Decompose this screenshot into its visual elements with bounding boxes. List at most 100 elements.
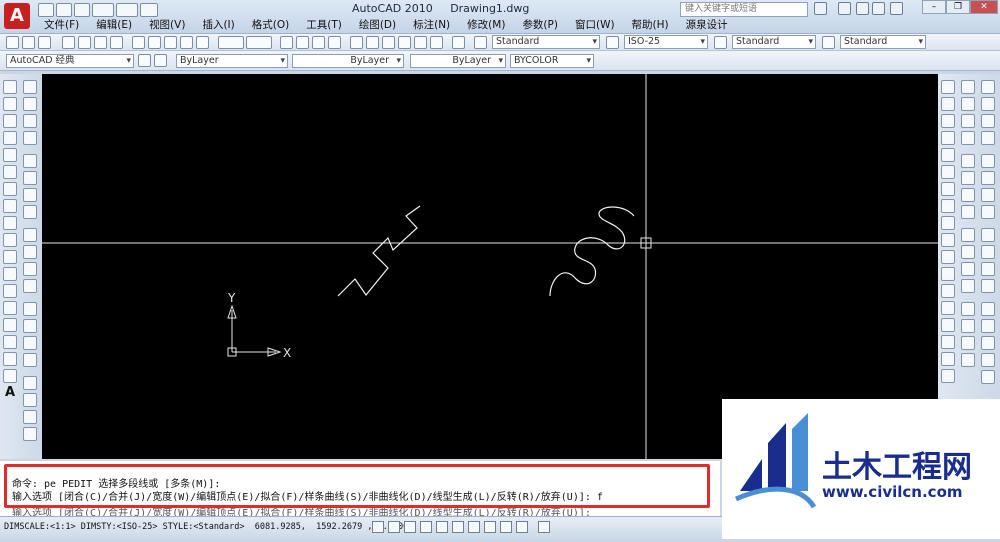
modeling-cylinder-icon[interactable] bbox=[981, 171, 995, 185]
menu-draw[interactable]: 绘图(D) bbox=[351, 18, 405, 33]
table-style-icon[interactable] bbox=[714, 36, 727, 49]
menu-dimension[interactable]: 标注(N) bbox=[405, 18, 459, 33]
3d-dwf-icon[interactable] bbox=[110, 36, 123, 49]
signal-icon[interactable] bbox=[856, 2, 869, 15]
layer-freeze-icon[interactable] bbox=[961, 131, 975, 145]
model-space-icon[interactable] bbox=[538, 521, 550, 533]
dim-angular-icon[interactable] bbox=[23, 205, 37, 219]
app-menu-button[interactable]: A bbox=[4, 3, 30, 29]
dim-style-select[interactable]: ISO-25 bbox=[624, 35, 708, 49]
help-icon[interactable] bbox=[452, 36, 465, 49]
ortho-mode-icon[interactable] bbox=[404, 521, 416, 533]
modeling-helix-icon[interactable] bbox=[981, 228, 995, 242]
print-icon[interactable] bbox=[140, 3, 158, 17]
dim-baseline-icon[interactable] bbox=[23, 245, 37, 259]
chamfer-icon[interactable] bbox=[941, 318, 955, 332]
extend-icon[interactable] bbox=[941, 250, 955, 264]
break-at-point-icon[interactable] bbox=[941, 267, 955, 281]
layer-states-icon[interactable] bbox=[961, 80, 975, 94]
trim-icon[interactable] bbox=[941, 233, 955, 247]
ellipse-arc-icon[interactable] bbox=[3, 250, 17, 264]
modeling-box-icon[interactable] bbox=[981, 97, 995, 111]
break-icon[interactable] bbox=[941, 284, 955, 298]
zoom-previous-icon[interactable] bbox=[328, 36, 341, 49]
dim-diameter-icon[interactable] bbox=[23, 188, 37, 202]
menu-file[interactable]: 文件(F) bbox=[36, 18, 88, 33]
fillet-icon[interactable] bbox=[941, 335, 955, 349]
modeling-sphere-icon[interactable] bbox=[981, 154, 995, 168]
quick-dim-icon[interactable] bbox=[23, 228, 37, 242]
dim-ordinate-icon[interactable] bbox=[23, 131, 37, 145]
multileader-style-icon[interactable] bbox=[822, 36, 835, 49]
menu-format[interactable]: 格式(O) bbox=[244, 18, 298, 33]
plot-icon[interactable] bbox=[62, 36, 75, 49]
modeling-cone-icon[interactable] bbox=[981, 131, 995, 145]
point-icon[interactable] bbox=[3, 301, 17, 315]
mtext-icon[interactable]: A bbox=[3, 386, 17, 400]
modeling-union-icon[interactable] bbox=[981, 336, 995, 350]
text-style-select[interactable]: Standard bbox=[492, 35, 600, 49]
modeling-extrude-icon[interactable] bbox=[981, 262, 995, 276]
menu-parametric[interactable]: 参数(P) bbox=[514, 18, 567, 33]
minimize-button[interactable]: – bbox=[922, 0, 946, 14]
arc-icon[interactable] bbox=[3, 165, 17, 179]
modeling-planar-icon[interactable] bbox=[981, 245, 995, 259]
draw-order-icon[interactable] bbox=[941, 369, 955, 383]
help-icon[interactable] bbox=[890, 2, 903, 15]
pan-icon[interactable] bbox=[280, 36, 293, 49]
qnew-icon[interactable] bbox=[6, 36, 19, 49]
tools-icon[interactable] bbox=[838, 2, 851, 15]
workspace-settings-icon[interactable] bbox=[138, 54, 151, 67]
menu-tools[interactable]: 工具(T) bbox=[298, 18, 351, 33]
sheet-set-icon[interactable] bbox=[398, 36, 411, 49]
restore-button[interactable]: ❐ bbox=[946, 0, 970, 14]
tool-palettes-icon[interactable] bbox=[382, 36, 395, 49]
layer-manager-icon[interactable] bbox=[154, 54, 167, 67]
properties-icon[interactable] bbox=[350, 36, 363, 49]
table-style-select[interactable]: Standard bbox=[732, 35, 816, 49]
dim-space-icon[interactable] bbox=[23, 279, 37, 293]
allow-ucs-icon[interactable] bbox=[468, 521, 480, 533]
array-icon[interactable] bbox=[941, 148, 955, 162]
dim-update-icon[interactable] bbox=[23, 410, 37, 424]
fitted-curve[interactable] bbox=[549, 206, 635, 297]
menu-insert[interactable]: 插入(I) bbox=[194, 18, 243, 33]
linetype-select[interactable]: ByLayer bbox=[410, 54, 506, 68]
copy-icon[interactable] bbox=[148, 36, 161, 49]
save-icon[interactable] bbox=[38, 36, 51, 49]
zigzag-polyline[interactable] bbox=[337, 205, 421, 297]
object-snap-tracking-icon[interactable] bbox=[452, 521, 464, 533]
construction-line-icon[interactable] bbox=[3, 97, 17, 111]
dim-aligned-icon[interactable] bbox=[23, 97, 37, 111]
polar-tracking-icon[interactable] bbox=[420, 521, 432, 533]
dynamic-input-icon[interactable] bbox=[484, 521, 496, 533]
dim-linear-icon[interactable] bbox=[23, 80, 37, 94]
dim-style-manager-icon[interactable] bbox=[23, 427, 37, 441]
scale-icon[interactable] bbox=[941, 199, 955, 213]
open-icon[interactable] bbox=[22, 36, 35, 49]
search-input[interactable]: 键入关键字或短语 bbox=[680, 2, 808, 17]
object-snap-icon[interactable] bbox=[436, 521, 448, 533]
plot-preview-icon[interactable] bbox=[78, 36, 91, 49]
mirror-icon[interactable] bbox=[941, 114, 955, 128]
modeling-wedge-icon[interactable] bbox=[981, 114, 995, 128]
close-button[interactable]: ✕ bbox=[970, 0, 998, 14]
grid-display-icon[interactable] bbox=[388, 521, 400, 533]
layer-match-icon[interactable] bbox=[961, 205, 975, 219]
table-icon[interactable] bbox=[3, 369, 17, 383]
menu-plugin[interactable]: 源泉设计 bbox=[678, 18, 737, 33]
redo-icon[interactable] bbox=[246, 36, 272, 49]
layer-lock-icon[interactable] bbox=[961, 171, 975, 185]
match-properties-icon[interactable] bbox=[180, 36, 193, 49]
color-select[interactable]: ByLayer bbox=[292, 54, 404, 68]
open-file-icon[interactable] bbox=[56, 3, 72, 17]
modeling-loft-icon[interactable] bbox=[981, 319, 995, 333]
cut-icon[interactable] bbox=[132, 36, 145, 49]
quickcalc-icon[interactable] bbox=[430, 36, 443, 49]
insert-block-icon[interactable] bbox=[3, 267, 17, 281]
dim-style-icon[interactable] bbox=[606, 36, 619, 49]
join-icon[interactable] bbox=[941, 301, 955, 315]
markup-icon[interactable] bbox=[414, 36, 427, 49]
workspace-select[interactable]: AutoCAD 经典 bbox=[6, 54, 134, 68]
spline-icon[interactable] bbox=[3, 216, 17, 230]
